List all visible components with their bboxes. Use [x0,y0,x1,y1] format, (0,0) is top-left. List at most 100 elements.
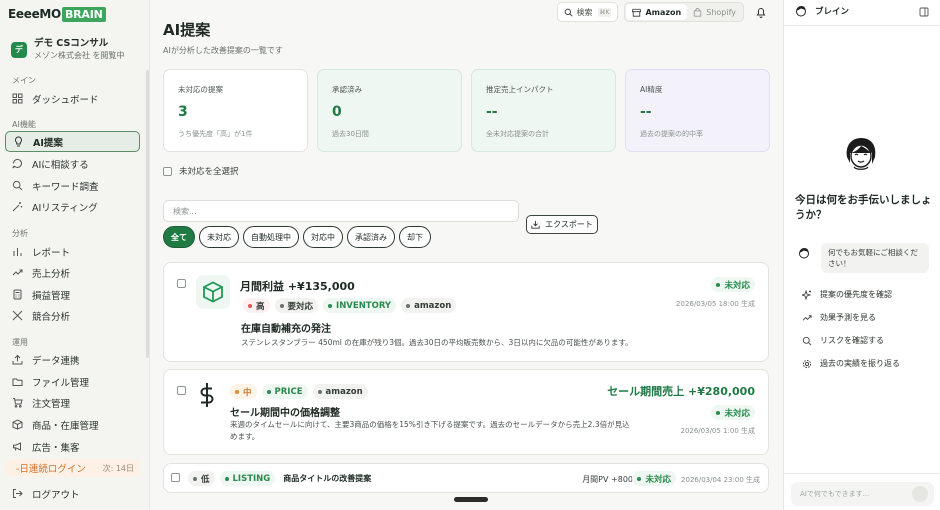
filter-chip-pending[interactable]: 未対応 [199,226,239,248]
sidebar-item-label: レポート [32,247,71,259]
global-search-button[interactable]: 検索 ⌘K [556,2,619,22]
trend-up-icon [12,267,23,278]
sidebar-item-ads[interactable]: 広告・集客 [5,436,140,457]
proposal-impact: 月間PV +800 [582,475,633,484]
sidebar-item-report[interactable]: レポート [5,241,140,262]
cart-icon [12,397,23,408]
sidebar-toggle-icon [919,7,929,17]
proposal-date: 2026/03/05 18:00 生成 [676,300,755,308]
section-main: メイン [12,76,36,85]
proposal-headline: 月間利益 +¥135,000 [240,280,355,293]
channel-tag: amazon [312,384,368,399]
marketplace-label: Shopify [706,7,736,17]
proposal-card[interactable]: 低 LISTING 商品タイトルの改善提案 月間PV +800 未対応 2026… [163,463,769,493]
sidebar-item-dashboard[interactable]: ダッシュボード [5,88,140,109]
status-badge: 未対応 [632,471,676,486]
workspace-sub: メゾン株式会社 を閲覧中 [34,51,125,60]
sidebar-scrollbar[interactable] [146,70,149,358]
stat-label: AI精度 [640,85,663,94]
sidebar-item-pnl[interactable]: 損益管理 [5,284,140,305]
logout-icon [12,488,23,499]
box-icon [196,275,230,309]
workspace-switcher[interactable]: デ デモ CSコンサル メゾン株式会社 を閲覧中 [11,38,125,61]
home-indicator [454,497,488,502]
category-tag: LISTING [219,471,276,486]
sidebar-item-data-link[interactable]: データ連携 [5,349,140,370]
box-icon [12,419,23,430]
bell-icon [755,6,767,18]
sidebar-item-products[interactable]: 商品・在庫管理 [5,414,140,435]
notifications-button[interactable] [751,2,771,22]
marketplace-shopify[interactable]: Shopify [687,4,742,20]
swords-icon [12,310,23,321]
sparkle-icon [802,289,812,300]
send-button[interactable] [912,486,928,502]
proposal-checkbox[interactable] [177,279,186,288]
download-icon [531,220,540,229]
sidebar-item-label: 注文管理 [32,398,71,410]
proposal-card[interactable]: 月間利益 +¥135,000 高 要対応 INVENTORY amazon 在庫… [163,262,769,362]
suggestion-forecast[interactable]: 効果予測を見る [802,312,876,323]
search-placeholder: 検索... [173,206,197,216]
proposal-checkbox[interactable] [171,473,180,482]
sidebar-item-ai-listing[interactable]: AIリスティング [5,196,140,217]
sidebar-item-competitor[interactable]: 競合分析 [5,305,140,326]
proposal-card[interactable]: 中 PRICE amazon セール期間売上 +¥280,000 セール期間中の… [163,369,769,455]
login-streak[interactable]: -日連続ログイン 次: 14日 [5,459,140,477]
sidebar-item-label: データ連携 [32,355,80,367]
logout-button[interactable]: ログアウト [5,483,140,504]
sidebar-item-label: 競合分析 [32,311,71,323]
stat-card-pending: 未対応の提案 3 うち優先度「高」が1件 [163,69,308,152]
search-icon [12,180,23,191]
suggestion-priority[interactable]: 提案の優先度を確認 [802,289,892,300]
sidebar-item-orders[interactable]: 注文管理 [5,392,140,413]
filter-chip-auto[interactable]: 自動処理中 [243,226,299,248]
proposal-tags: 低 LISTING 商品タイトルの改善提案 [188,471,371,486]
store-icon [632,8,642,17]
export-button[interactable]: エクスポート [526,215,598,234]
marketplace-toggle: Amazon Shopify [624,2,744,22]
sidebar-item-sales[interactable]: 売上分析 [5,262,140,283]
proposal-search-input[interactable]: 検索... [163,200,519,222]
filter-chip-all[interactable]: 全て [163,226,195,248]
filter-chip-approved[interactable]: 承認済み [347,226,395,248]
suggestion-history[interactable]: 過去の実績を振り返る [802,358,900,369]
section-ops: 運用 [12,338,28,347]
magic-wand-icon [12,201,23,212]
sidebar-item-files[interactable]: ファイル管理 [5,371,140,392]
calculator-icon [12,289,23,300]
assistant-header: ブレイン [795,5,849,17]
select-all-checkbox[interactable] [163,166,172,176]
priority-tag: 低 [188,471,215,486]
sidebar-item-label: 損益管理 [32,290,71,302]
panel-toggle-button[interactable] [919,7,929,20]
proposal-title: 在庫自動補充の発注 [241,324,331,335]
sidebar-item-label: ログアウト [32,489,80,501]
marketplace-amazon[interactable]: Amazon [626,4,688,20]
sidebar-item-label: 商品・在庫管理 [32,420,99,432]
filter-chip-rejected[interactable]: 却下 [399,226,431,248]
sidebar-item-keyword[interactable]: キーワード調査 [5,175,140,196]
megaphone-icon [12,441,23,452]
stat-value: -- [486,104,498,120]
stat-note: 全未対応提案の合計 [486,130,549,138]
marketplace-label: Amazon [645,7,682,17]
mascot-icon [842,135,880,176]
sidebar-item-label: キーワード調査 [32,181,99,193]
app-logo[interactable]: EeeeMO BRAIN [8,6,106,22]
assistant-greeting: 今日は何をお手伝いしましょうか？ [795,194,932,221]
streak-next: 次: 14日 [102,463,134,473]
sidebar-item-ai-consult[interactable]: AIに相談する [5,153,140,174]
suggestion-risk[interactable]: リスクを確認する [802,335,884,346]
sidebar-item-ai-proposals[interactable]: AI提案 [5,131,140,152]
select-all-pending[interactable]: 未対応を全選択 [163,165,239,177]
search-shortcut: ⌘K [597,7,612,17]
proposal-checkbox[interactable] [177,386,186,395]
assistant-input[interactable]: AIで何でもできます... [791,482,934,506]
sidebar-item-label: AI提案 [33,137,63,149]
filter-chip-in-progress[interactable]: 対応中 [303,226,343,248]
section-ai: AI機能 [12,120,36,129]
proposal-title: セール期間中の価格調整 [230,408,340,419]
lightbulb-icon [13,136,24,147]
stat-note: うち優先度「高」が1件 [178,130,253,138]
